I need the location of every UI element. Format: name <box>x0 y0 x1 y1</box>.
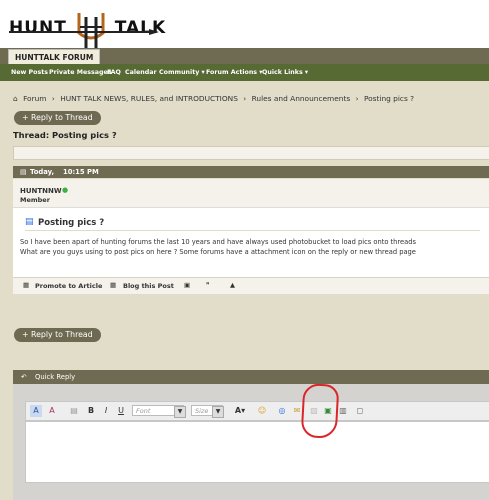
insert-video-icon[interactable]: ▥ <box>337 405 349 417</box>
reply-to-thread-button[interactable]: + Reply to Thread <box>14 111 101 125</box>
thread-title: Thread: Posting pics ? <box>13 130 117 140</box>
nav-new-posts[interactable]: New Posts <box>11 64 48 81</box>
chevron-down-icon[interactable]: ▼ <box>174 406 186 418</box>
breadcrumb-section[interactable]: HUNT TALK NEWS, RULES, and INTRODUCTIONS <box>60 94 238 103</box>
tab-forum[interactable]: HUNTTALK FORUM <box>8 49 101 65</box>
chevron-down-icon[interactable]: ▼ <box>212 406 224 418</box>
post-footer: ▦ Promote to Article ▦ Blog this Post ▣ … <box>13 277 489 294</box>
breadcrumb-subforum[interactable]: Rules and Announcements <box>252 94 351 103</box>
post-message-line-1: So I have been apart of hunting forums t… <box>20 238 416 246</box>
nav-community[interactable]: Community ▾ <box>159 64 205 81</box>
nav-private-messages[interactable]: Private Messages <box>49 64 112 81</box>
quick-reply-title: Quick Reply <box>35 373 76 381</box>
warning-icon[interactable]: ▲ <box>230 281 235 289</box>
nav-calendar[interactable]: Calendar <box>125 64 157 81</box>
switch-editor-icon[interactable]: A <box>30 405 42 417</box>
breadcrumb-separator-icon: › <box>51 94 55 103</box>
smilies-icon[interactable]: ☺ <box>256 405 268 417</box>
quote-icon[interactable]: ❞ <box>206 281 210 289</box>
post-title-divider <box>25 230 480 231</box>
post-message-line-2: What are you guys using to post pics on … <box>20 248 416 256</box>
logo-left: HUNT <box>9 18 67 38</box>
paste-icon[interactable]: ▤ <box>68 405 80 417</box>
date-icon: ▤ <box>20 168 27 176</box>
editor-toolbar: A A ▤ B I U Font ▼ Size ▼ A▾ ☺ ◎ ✉ ▨ ▣ ▥… <box>25 401 489 421</box>
nav-quick-links[interactable]: Quick Links ▾ <box>262 64 308 81</box>
post-user-info: HUNTNNW ● Member <box>13 179 489 208</box>
post-title-icon: ▤ <box>25 217 34 227</box>
message-textarea[interactable] <box>25 421 489 483</box>
logo-underline <box>9 29 159 35</box>
post-title: Posting pics ? <box>38 218 105 228</box>
remove-format-icon[interactable]: A <box>46 405 58 417</box>
reply-to-thread-button-bottom[interactable]: + Reply to Thread <box>14 328 101 342</box>
blog-icon: ▦ <box>110 281 117 289</box>
insert-link-icon[interactable]: ◎ <box>276 405 288 417</box>
nav-faq[interactable]: FAQ <box>107 64 121 81</box>
breadcrumb-forum[interactable]: Forum <box>23 94 46 103</box>
online-status-icon: ● <box>62 186 69 194</box>
promote-to-article-link[interactable]: Promote to Article <box>35 282 102 290</box>
breadcrumb-thread[interactable]: Posting pics ? <box>364 94 414 103</box>
post-body: ▤ Posting pics ? So I have been apart of… <box>13 208 489 277</box>
site-logo[interactable]: HUNT TALK <box>9 13 167 49</box>
header: HUNT TALK <box>0 0 489 49</box>
font-color-icon[interactable]: A▾ <box>232 405 248 417</box>
nav-forum-actions[interactable]: Forum Actions ▾ <box>206 64 262 81</box>
logo-right: TALK <box>114 18 167 38</box>
post-header: ▤ Today, 10:15 PM <box>13 166 489 178</box>
blog-this-post-link[interactable]: Blog this Post <box>123 282 174 290</box>
breadcrumb: ⌂ Forum › HUNT TALK NEWS, RULES, and INT… <box>13 94 417 103</box>
breadcrumb-separator-icon: › <box>355 94 359 103</box>
post-date: Today, <box>30 168 55 176</box>
bold-icon[interactable]: B <box>85 405 97 417</box>
home-icon[interactable]: ⌂ <box>13 94 18 103</box>
post-username[interactable]: HUNTNNW <box>20 187 62 195</box>
promote-icon: ▦ <box>23 281 30 289</box>
user-title: Member <box>20 196 50 204</box>
quick-reply-header: ↶ Quick Reply <box>13 370 489 384</box>
annotation-circle <box>300 383 340 439</box>
nav-bar: New Posts Private Messages FAQ Calendar … <box>0 64 489 81</box>
collapse-icon[interactable]: ↶ <box>21 370 27 384</box>
italic-icon[interactable]: I <box>100 405 112 417</box>
breadcrumb-separator-icon: › <box>243 94 247 103</box>
underline-icon[interactable]: U <box>115 405 127 417</box>
report-icon[interactable]: ▣ <box>184 281 190 289</box>
thread-controls-strip <box>13 146 489 160</box>
quote-icon[interactable]: ◻ <box>354 405 366 417</box>
post-time: 10:15 PM <box>63 168 99 176</box>
